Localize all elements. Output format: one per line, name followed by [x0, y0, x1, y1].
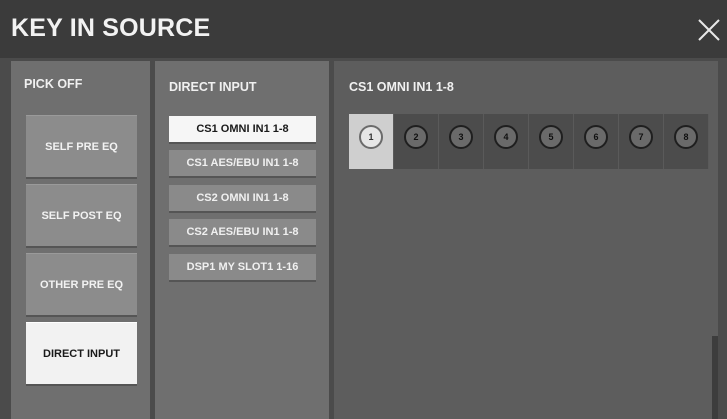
channel-7-label: 7 — [629, 125, 653, 149]
channel-5-button[interactable]: 5 — [529, 114, 574, 169]
panel-edge — [712, 336, 718, 419]
source-cs1-aes-ebu-button[interactable]: CS1 AES/EBU IN1 1-8 — [169, 150, 316, 176]
direct-input-panel: DIRECT INPUT CS1 OMNI IN1 1-8 CS1 AES/EB… — [155, 61, 329, 419]
channel-3-button[interactable]: 3 — [439, 114, 484, 169]
channel-1-button[interactable]: 1 — [349, 114, 394, 169]
channel-4-label: 4 — [494, 125, 518, 149]
direct-input-title: DIRECT INPUT — [169, 80, 257, 94]
key-in-source-dialog: KEY IN SOURCE PICK OFF SELF PRE EQ SELF … — [0, 0, 727, 419]
other-pre-eq-button[interactable]: OTHER PRE EQ — [26, 253, 137, 315]
pick-off-title: PICK OFF — [24, 77, 83, 91]
source-dsp1-my-slot-button[interactable]: DSP1 MY SLOT1 1-16 — [169, 254, 316, 280]
channel-7-button[interactable]: 7 — [619, 114, 664, 169]
channel-6-button[interactable]: 6 — [574, 114, 619, 169]
self-post-eq-button[interactable]: SELF POST EQ — [26, 184, 137, 246]
direct-input-button[interactable]: DIRECT INPUT — [26, 322, 137, 384]
title-bar: KEY IN SOURCE — [0, 0, 727, 58]
channel-selector: 1 2 3 4 5 6 7 8 — [349, 114, 709, 169]
channel-6-label: 6 — [584, 125, 608, 149]
channel-1-label: 1 — [359, 125, 383, 149]
channel-2-label: 2 — [404, 125, 428, 149]
source-cs1-omni-button[interactable]: CS1 OMNI IN1 1-8 — [169, 116, 316, 142]
channel-5-label: 5 — [539, 125, 563, 149]
close-icon[interactable] — [697, 18, 721, 42]
dialog-title: KEY IN SOURCE — [11, 14, 211, 42]
channel-2-button[interactable]: 2 — [394, 114, 439, 169]
source-cs2-omni-button[interactable]: CS2 OMNI IN1 1-8 — [169, 185, 316, 211]
pick-off-panel: PICK OFF SELF PRE EQ SELF POST EQ OTHER … — [11, 61, 150, 419]
channel-8-label: 8 — [674, 125, 698, 149]
channel-3-label: 3 — [449, 125, 473, 149]
self-pre-eq-button[interactable]: SELF PRE EQ — [26, 115, 137, 177]
channel-4-button[interactable]: 4 — [484, 114, 529, 169]
channel-8-button[interactable]: 8 — [664, 114, 709, 169]
source-cs2-aes-ebu-button[interactable]: CS2 AES/EBU IN1 1-8 — [169, 219, 316, 245]
channel-panel-title: CS1 OMNI IN1 1-8 — [349, 80, 454, 94]
channel-panel: CS1 OMNI IN1 1-8 1 2 3 4 5 6 7 8 — [334, 61, 718, 419]
